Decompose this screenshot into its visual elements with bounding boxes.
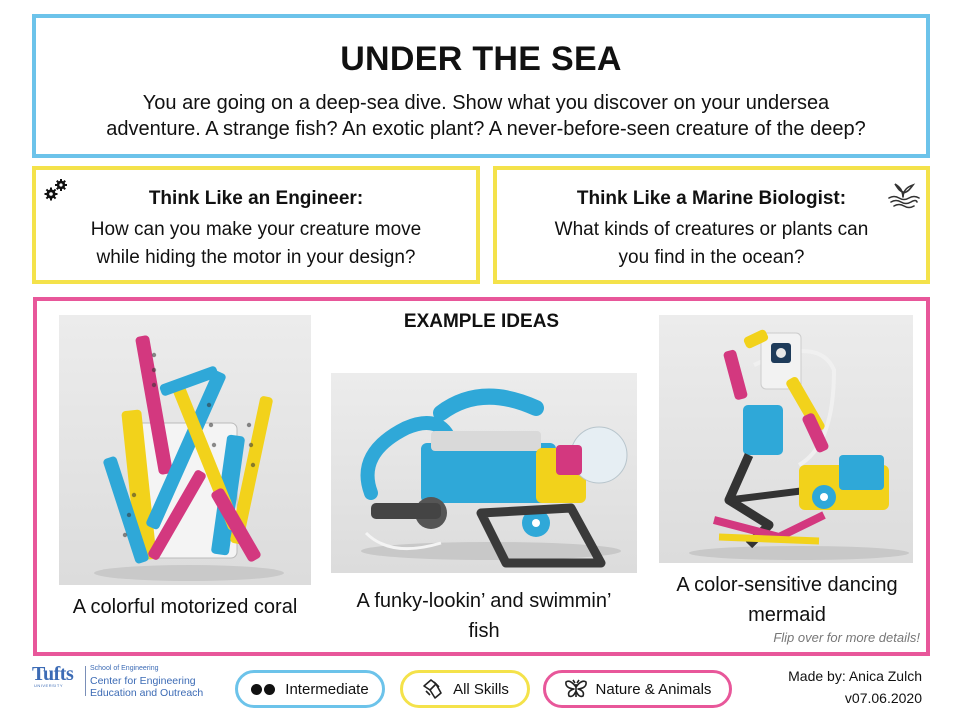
logo-line-1: Center for Engineering [90, 675, 196, 687]
coral-photo [59, 315, 311, 585]
engineer-panel: Think Like an Engineer: How can you make… [32, 166, 480, 284]
intro-line-1: You are going on a deep-sea dive. Show w… [142, 92, 830, 114]
engineer-line-1: How can you make your creature move [90, 219, 422, 240]
mermaid-caption-line-2: mermaid [748, 604, 826, 626]
mermaid-caption-line-1: A color-sensitive dancing [676, 574, 898, 596]
intro-line-2: adventure. A strange fish? An exotic pla… [106, 118, 866, 140]
biologist-heading: Think Like a Marine Biologist: [576, 188, 847, 209]
biologist-line-1: What kinds of creatures or plants can [554, 219, 869, 240]
version-label: v07.06.2020 [844, 690, 922, 706]
logo-sub: UNIVERSITY [34, 683, 64, 688]
coral-caption-line-1: A colorful motorized coral [72, 596, 298, 618]
biologist-line-2: you find in the ocean? [618, 247, 805, 268]
skills-tag: All Skills [400, 670, 530, 708]
fish-caption: A funky-lookin’ and swimmin’ fish [331, 586, 637, 646]
two-dots-icon [251, 683, 277, 695]
theme-label: Nature & Animals [595, 680, 712, 698]
mermaid-caption: A color-sensitive dancing mermaid [657, 570, 917, 630]
fish-caption-line-1: A funky-lookin’ and swimmin’ [356, 590, 612, 612]
engineer-question: How can you make your creature move whil… [46, 216, 466, 272]
tufts-ceeo-logo: Tufts UNIVERSITY School of Engineering C… [32, 663, 212, 703]
examples-panel: EXAMPLE IDEAS A colorful motorized coral… [33, 297, 930, 656]
page-title: UNDER THE SEA [340, 40, 622, 78]
logo-school: School of Engineering [90, 665, 159, 672]
fish-photo [331, 373, 637, 573]
logo-line-2: Education and Outreach [90, 687, 204, 699]
credit-block: Made by: Anica Zulch v07.06.2020 [788, 665, 922, 709]
skills-label: All Skills [453, 680, 509, 698]
logo-divider [85, 666, 86, 696]
biologist-question: What kinds of creatures or plants can yo… [507, 216, 916, 272]
skills-icon [421, 678, 445, 700]
level-tag: Intermediate [235, 670, 385, 708]
theme-tag: Nature & Animals [543, 670, 732, 708]
biologist-panel: Think Like a Marine Biologist: What kind… [493, 166, 930, 284]
author-credit: Made by: Anica Zulch [788, 668, 922, 684]
flip-over-note: Flip over for more details! [773, 630, 920, 645]
header-panel: UNDER THE SEA You are going on a deep-se… [32, 14, 930, 158]
mermaid-photo [659, 315, 913, 563]
fish-caption-line-2: fish [468, 620, 500, 642]
engineer-line-2: while hiding the motor in your design? [96, 247, 416, 268]
butterfly-icon [564, 678, 588, 700]
engineer-heading: Think Like an Engineer: [148, 188, 364, 209]
coral-caption: A colorful motorized coral [49, 592, 321, 622]
intro-text: You are going on a deep-sea dive. Show w… [66, 90, 906, 142]
level-label: Intermediate [285, 680, 369, 698]
